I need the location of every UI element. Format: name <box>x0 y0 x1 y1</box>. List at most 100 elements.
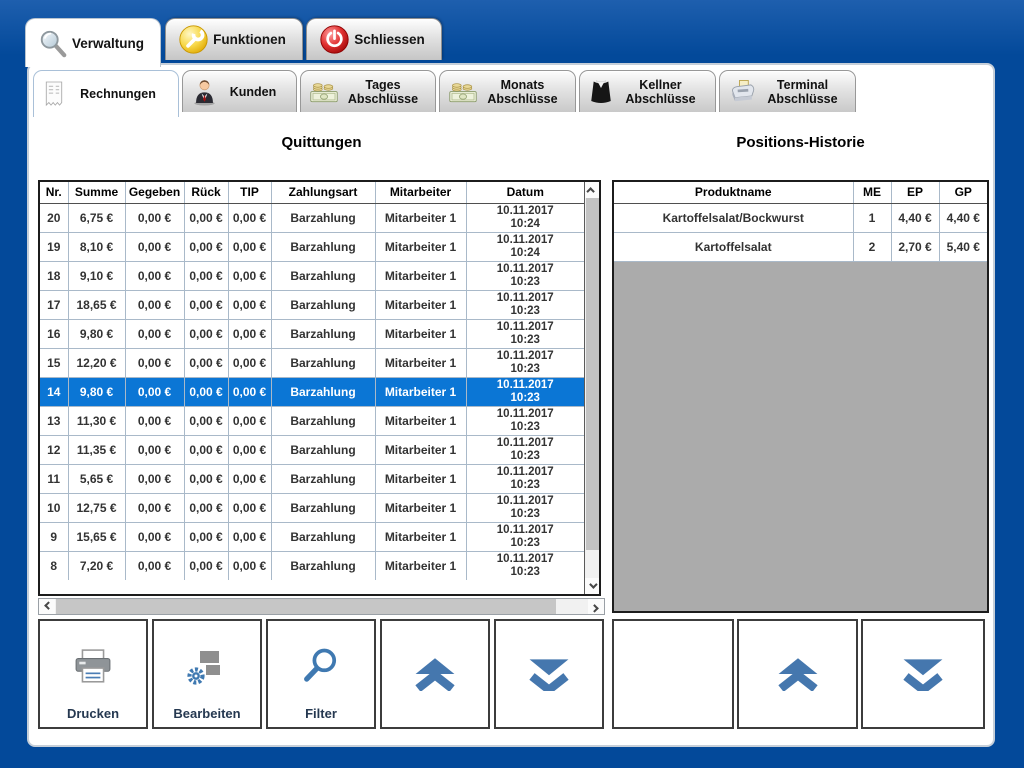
quittungen-horizontal-scrollbar[interactable] <box>38 598 605 615</box>
power-icon <box>319 24 350 55</box>
quittungen-row[interactable]: 206,75 €0,00 €0,00 €0,00 €BarzahlungMita… <box>40 203 584 232</box>
quittungen-cell: 0,00 € <box>125 464 184 493</box>
positions-column-header[interactable]: ME <box>853 182 891 203</box>
quittungen-cell: 12,20 € <box>68 348 125 377</box>
quittungen-row[interactable]: 915,65 €0,00 €0,00 €0,00 €BarzahlungMita… <box>40 522 584 551</box>
scroll-up-button[interactable] <box>585 182 599 198</box>
quittungen-cell: 8,10 € <box>68 232 125 261</box>
sub-tab-tages-abschluesse[interactable]: TagesAbschlüsse <box>300 70 436 112</box>
sub-tab-terminal-abschluesse[interactable]: TerminalAbschlüsse <box>719 70 856 112</box>
sub-tab-label: TagesAbschlüsse <box>339 78 427 106</box>
positions-page-up-button[interactable] <box>737 619 858 729</box>
quittungen-cell-datum: 10.11.201710:23 <box>466 406 584 435</box>
quittungen-row[interactable]: 1311,30 €0,00 €0,00 €0,00 €BarzahlungMit… <box>40 406 584 435</box>
quittungen-cell: 0,00 € <box>184 377 228 406</box>
quittungen-row[interactable]: 149,80 €0,00 €0,00 €0,00 €BarzahlungMita… <box>40 377 584 406</box>
quittungen-column-header[interactable]: TIP <box>228 182 271 203</box>
quittungen-cell: 0,00 € <box>228 406 271 435</box>
quittungen-cell: 6,75 € <box>68 203 125 232</box>
printer-icon <box>71 648 115 686</box>
sub-tab-label: Rechnungen <box>66 87 170 101</box>
scroll-right-button[interactable] <box>588 599 604 614</box>
tab-funktionen[interactable]: Funktionen <box>165 18 303 60</box>
quittungen-row[interactable]: 1718,65 €0,00 €0,00 €0,00 €BarzahlungMit… <box>40 290 584 319</box>
quittungen-cell: 15,65 € <box>68 522 125 551</box>
quittungen-cell: 0,00 € <box>125 261 184 290</box>
quittungen-vertical-scrollbar[interactable] <box>584 182 599 594</box>
quittungen-row[interactable]: 1012,75 €0,00 €0,00 €0,00 €BarzahlungMit… <box>40 493 584 522</box>
money-icon <box>309 80 339 104</box>
positions-column-header[interactable]: EP <box>891 182 939 203</box>
positions-historie-title: Positions-Historie <box>612 134 989 151</box>
quittungen-row[interactable]: 1211,35 €0,00 €0,00 €0,00 €BarzahlungMit… <box>40 435 584 464</box>
money-icon <box>448 80 478 104</box>
positions-page-down-button[interactable] <box>861 619 985 729</box>
quittungen-column-header[interactable]: Nr. <box>40 182 68 203</box>
chevron-up-icon <box>586 187 594 195</box>
sub-tab-monats-abschluesse[interactable]: MonatsAbschlüsse <box>439 70 576 112</box>
quittungen-cell: 11,35 € <box>68 435 125 464</box>
chevron-up-icon <box>775 657 821 691</box>
quittungen-column-header[interactable]: Gegeben <box>125 182 184 203</box>
quittungen-cell: 0,00 € <box>125 406 184 435</box>
quittungen-row[interactable]: 169,80 €0,00 €0,00 €0,00 €BarzahlungMita… <box>40 319 584 348</box>
scroll-down-button[interactable] <box>585 578 599 594</box>
app-window: { "colors": { "background": "#03499a", "… <box>0 0 1024 768</box>
filter-icon <box>299 645 343 689</box>
scroll-left-button[interactable] <box>39 599 55 614</box>
positions-column-header[interactable]: Produktname <box>614 182 853 203</box>
blank-button[interactable] <box>612 619 734 729</box>
quittungen-cell: Mitarbeiter 1 <box>375 232 466 261</box>
quittungen-column-header[interactable]: Zahlungsart <box>271 182 375 203</box>
drucken-button[interactable]: Drucken <box>38 619 148 729</box>
quittungen-column-header[interactable]: Mitarbeiter <box>375 182 466 203</box>
tab-verwaltung[interactable]: Verwaltung <box>25 18 161 67</box>
sub-tab-kunden[interactable]: Kunden <box>182 70 297 112</box>
sub-tab-label: Kunden <box>218 85 288 99</box>
quittungen-row[interactable]: 189,10 €0,00 €0,00 €0,00 €BarzahlungMita… <box>40 261 584 290</box>
quittungen-cell: 0,00 € <box>184 319 228 348</box>
button-label: Drucken <box>40 706 146 721</box>
quittungen-cell: 0,00 € <box>184 232 228 261</box>
quittungen-cell: Mitarbeiter 1 <box>375 522 466 551</box>
positions-row[interactable]: Kartoffelsalat/Bockwurst14,40 €4,40 € <box>614 203 987 232</box>
quittungen-cell: 0,00 € <box>228 551 271 580</box>
quittungen-cell: 0,00 € <box>184 261 228 290</box>
quittungen-row[interactable]: 1512,20 €0,00 €0,00 €0,00 €BarzahlungMit… <box>40 348 584 377</box>
quittungen-cell: 0,00 € <box>184 493 228 522</box>
quittungen-cell-datum: 10.11.201710:23 <box>466 464 584 493</box>
quittungen-cell-datum: 10.11.201710:23 <box>466 551 584 580</box>
quittungen-cell: 18 <box>40 261 68 290</box>
quittungen-cell: 0,00 € <box>125 319 184 348</box>
chevron-up-icon <box>412 657 458 691</box>
positions-body: Kartoffelsalat/Bockwurst14,40 €4,40 €Kar… <box>614 203 987 261</box>
quittungen-cell: Barzahlung <box>271 522 375 551</box>
quittungen-cell: Barzahlung <box>271 377 375 406</box>
positions-column-header[interactable]: GP <box>939 182 987 203</box>
sub-tab-rechnungen[interactable]: Rechnungen <box>33 70 179 117</box>
filter-button[interactable]: Filter <box>266 619 376 729</box>
quittungen-cell: 12,75 € <box>68 493 125 522</box>
quittungen-cell: 0,00 € <box>228 319 271 348</box>
quittungen-cell: Mitarbeiter 1 <box>375 406 466 435</box>
quittungen-cell: 16 <box>40 319 68 348</box>
quittungen-column-header[interactable]: Datum <box>466 182 584 203</box>
quittungen-cell: 14 <box>40 377 68 406</box>
page-up-button[interactable] <box>380 619 490 729</box>
quittungen-row[interactable]: 115,65 €0,00 €0,00 €0,00 €BarzahlungMita… <box>40 464 584 493</box>
quittungen-row[interactable]: 198,10 €0,00 €0,00 €0,00 €BarzahlungMita… <box>40 232 584 261</box>
quittungen-row[interactable]: 87,20 €0,00 €0,00 €0,00 €BarzahlungMitar… <box>40 551 584 580</box>
quittungen-column-header[interactable]: Rück <box>184 182 228 203</box>
tab-schliessen[interactable]: Schliessen <box>306 18 442 60</box>
positions-cell: 4,40 € <box>939 203 987 232</box>
positions-cell: Kartoffelsalat/Bockwurst <box>614 203 853 232</box>
positions-row[interactable]: Kartoffelsalat22,70 €5,40 € <box>614 232 987 261</box>
horizontal-scrollbar-thumb[interactable] <box>56 599 556 614</box>
quittungen-cell: Barzahlung <box>271 261 375 290</box>
bearbeiten-button[interactable]: Bearbeiten <box>152 619 262 729</box>
quittungen-cell: 0,00 € <box>125 522 184 551</box>
sub-tab-kellner-abschluesse[interactable]: KellnerAbschlüsse <box>579 70 716 112</box>
page-down-button[interactable] <box>494 619 604 729</box>
vertical-scrollbar-thumb[interactable] <box>586 198 599 550</box>
quittungen-column-header[interactable]: Summe <box>68 182 125 203</box>
